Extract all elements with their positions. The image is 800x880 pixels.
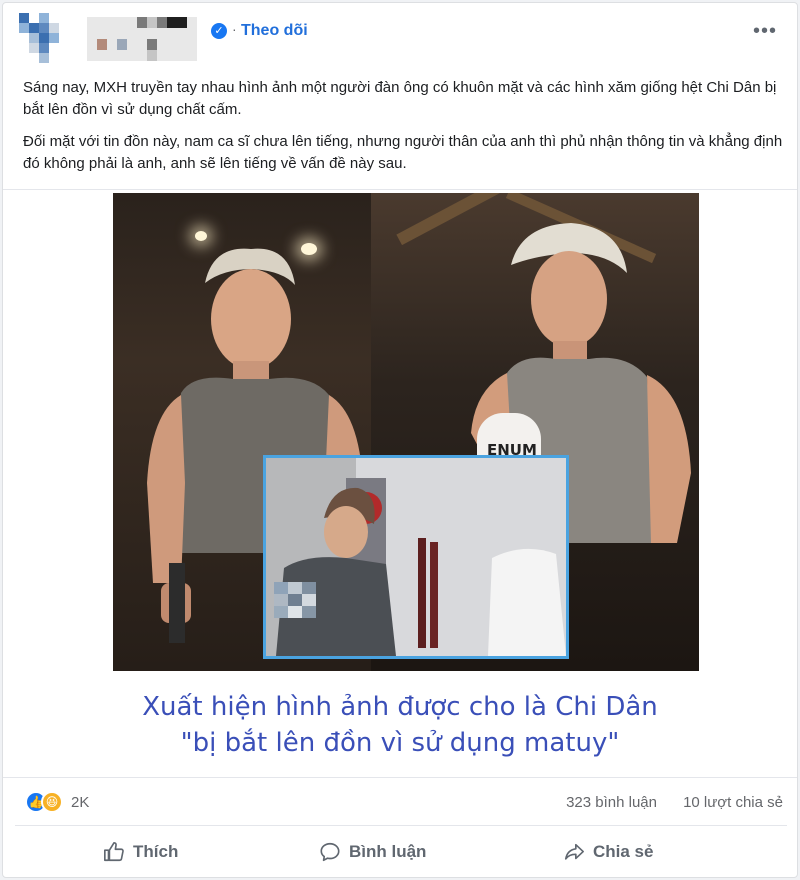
author-name[interactable]	[87, 17, 197, 63]
comment-icon	[320, 842, 340, 862]
inset-photo	[263, 455, 569, 659]
separator-dot: ·	[232, 21, 237, 37]
thumbs-up-icon	[104, 842, 124, 862]
comment-count-link[interactable]: 323 bình luận	[566, 794, 657, 811]
like-button[interactable]: Thích	[103, 841, 178, 863]
post-paragraph: Sáng nay, MXH truyền tay nhau hình ảnh m…	[23, 79, 777, 118]
avatar[interactable]	[19, 13, 79, 63]
share-button[interactable]: Chia sẻ	[563, 841, 653, 863]
reaction-icons[interactable]: 👍 😆	[25, 791, 65, 813]
like-label: Thích	[133, 842, 179, 861]
divider	[3, 189, 797, 190]
reaction-count[interactable]: 2K	[71, 794, 89, 811]
post-body: Sáng nay, MXH truyền tay nhau hình ảnh m…	[23, 77, 783, 185]
share-count-link[interactable]: 10 lượt chia sẻ	[683, 794, 783, 811]
follow-button[interactable]: Theo dõi	[241, 22, 308, 40]
haha-reaction-icon: 😆	[41, 791, 63, 813]
post-image[interactable]: ENUM	[113, 193, 699, 671]
divider	[3, 777, 797, 778]
blurred-face-pixels	[274, 582, 316, 618]
post-actions: Thích Bình luận Chia sẻ	[3, 833, 797, 873]
share-icon	[564, 843, 584, 860]
verified-badge-icon: ✓	[211, 23, 227, 39]
post-card: ✓ · Theo dõi ••• Sáng nay, MXH truyền ta…	[2, 2, 798, 878]
caption-line-1: Xuất hiện hình ảnh được cho là Chi Dân	[142, 692, 658, 722]
inset-scene	[266, 458, 566, 656]
share-label: Chia sẻ	[593, 842, 654, 861]
divider	[15, 825, 787, 826]
post-header: ✓ · Theo dõi •••	[3, 3, 797, 67]
image-caption: Xuất hiện hình ảnh được cho là Chi Dân "…	[3, 689, 797, 761]
comment-button[interactable]: Bình luận	[319, 841, 426, 863]
post-stats: 👍 😆 2K 323 bình luận 10 lượt chia sẻ	[3, 789, 797, 819]
more-options-icon[interactable]: •••	[753, 21, 777, 41]
post-paragraph: Đối mặt với tin đồn này, nam ca sĩ chưa …	[23, 133, 783, 172]
comment-label: Bình luận	[349, 842, 427, 861]
caption-line-2: "bị bắt lên đồn vì sử dụng matuy"	[180, 728, 620, 758]
